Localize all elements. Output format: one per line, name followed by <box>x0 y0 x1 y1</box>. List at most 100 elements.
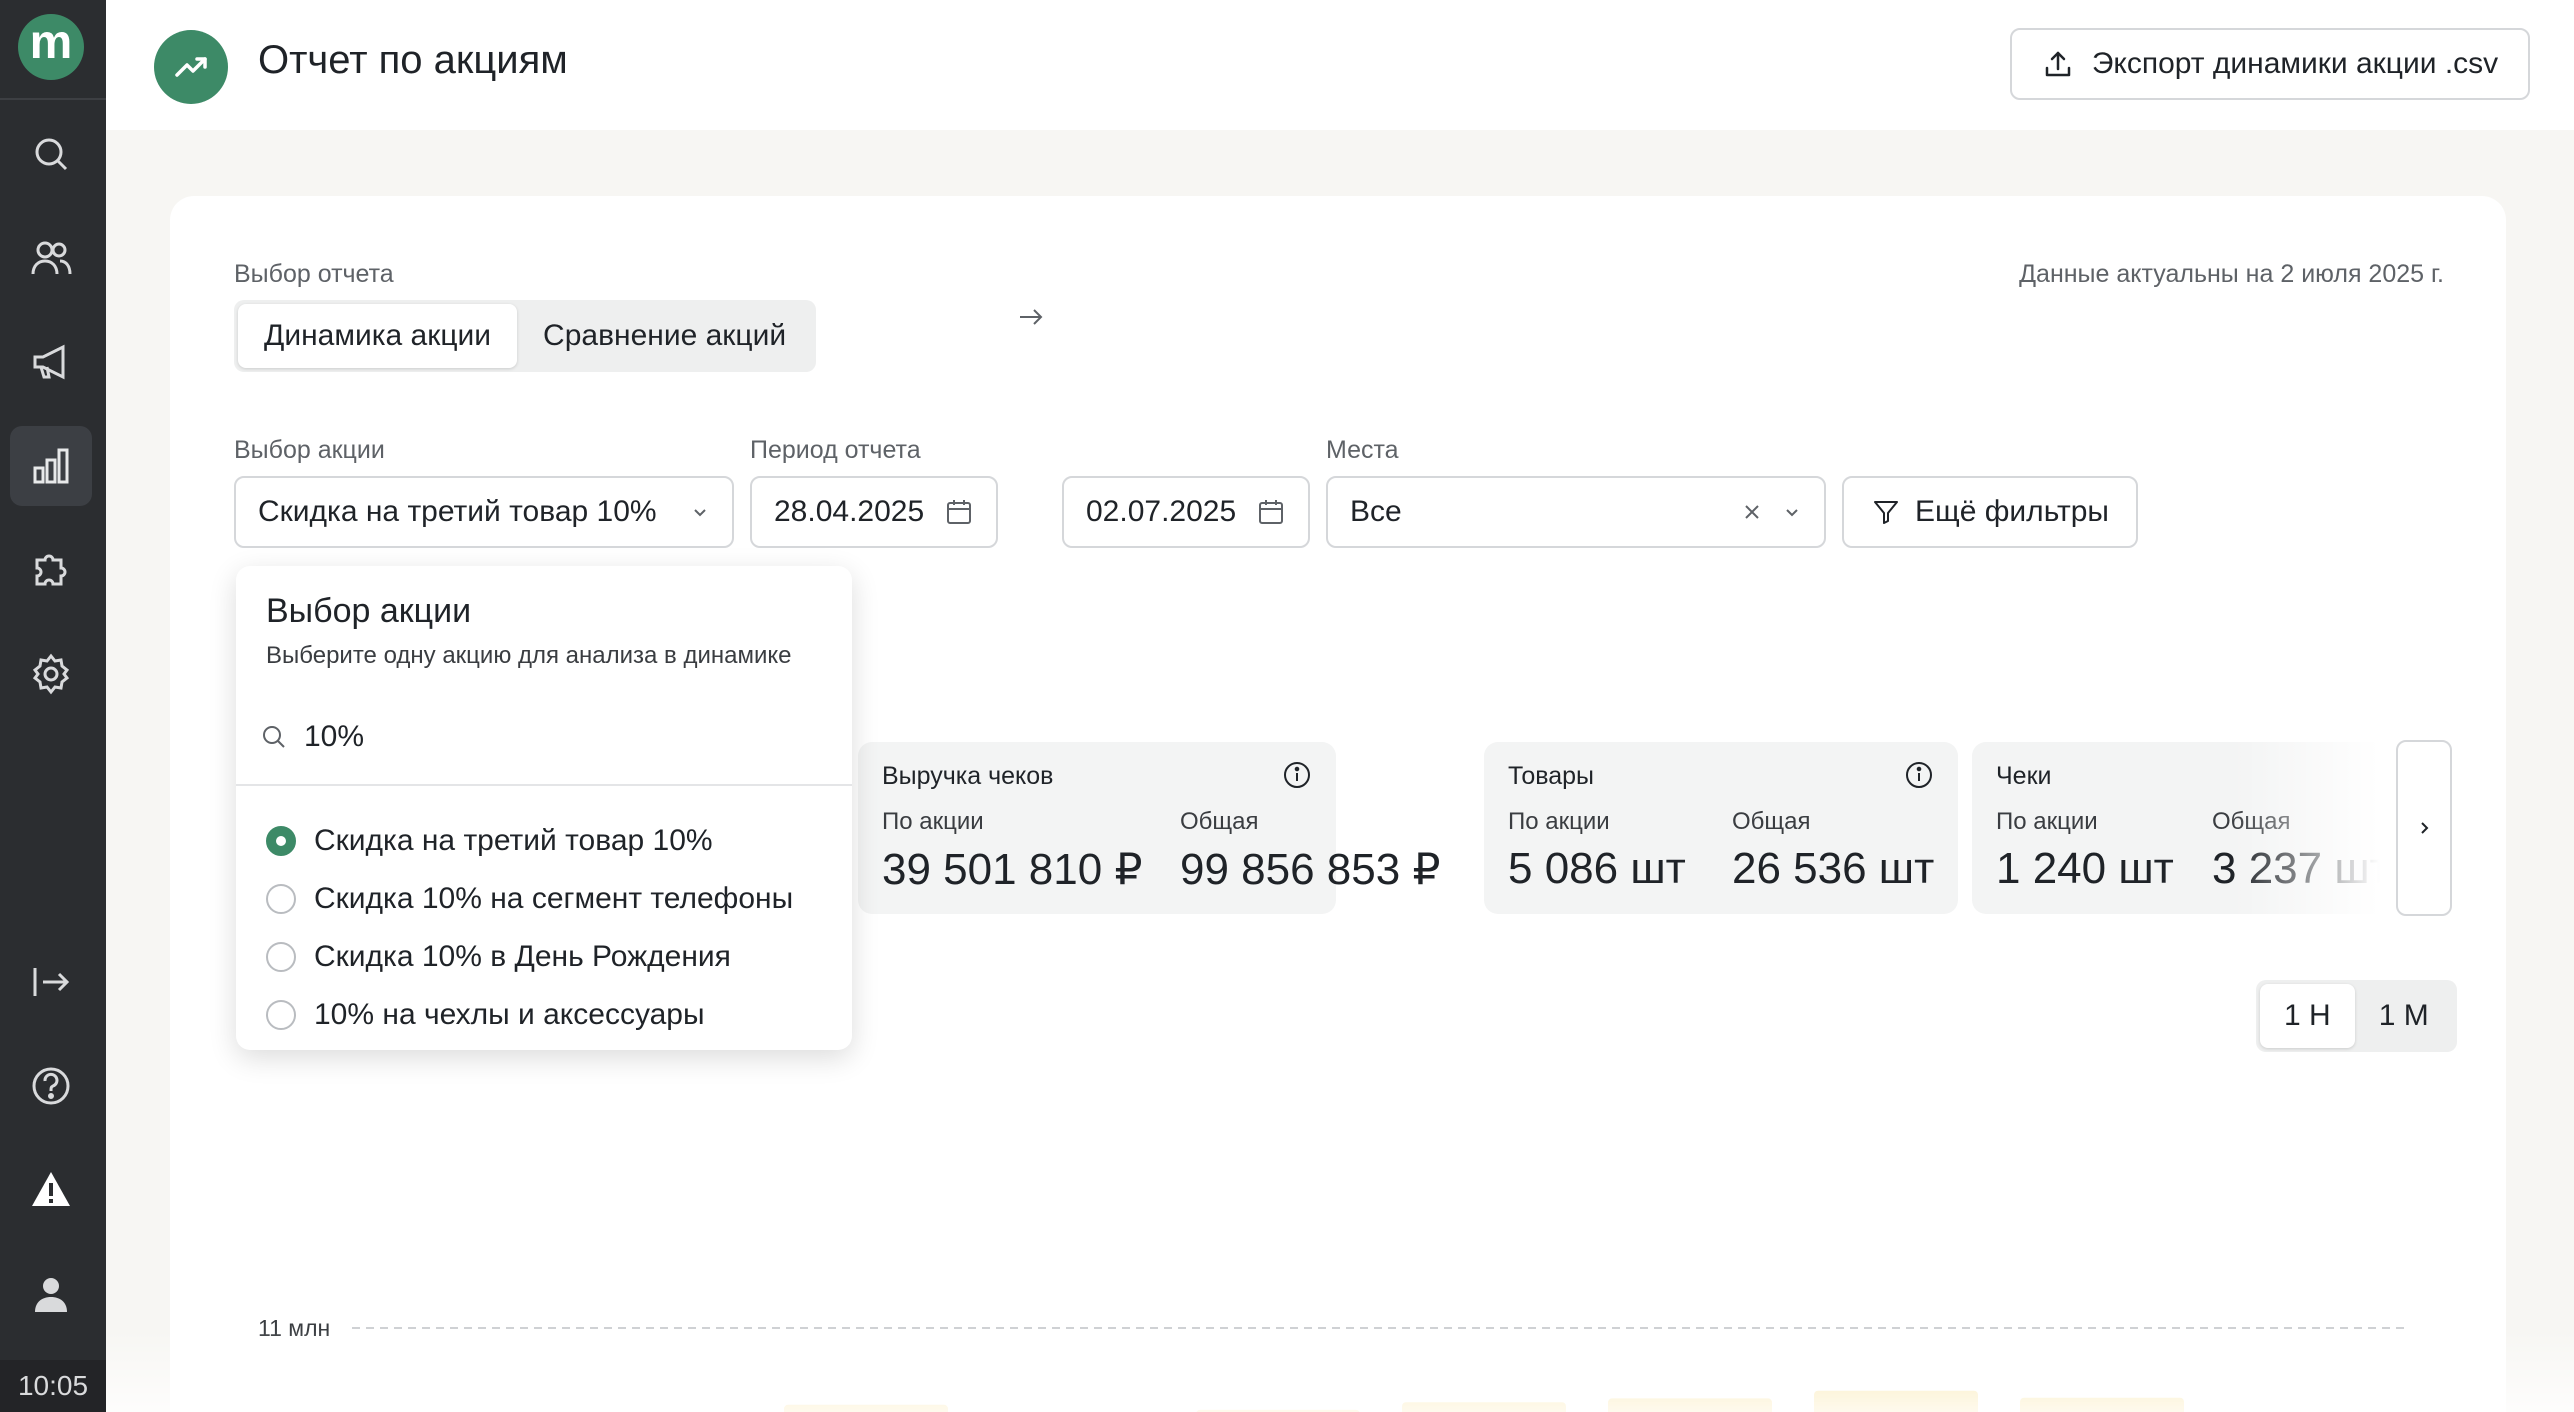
promo-option-label: 10% на чехлы и аксессуары <box>314 998 705 1031</box>
upload-icon <box>2045 51 2071 77</box>
metric-total-value: 26 536 шт <box>1732 844 1935 893</box>
metric-total-label: Общая <box>1732 808 1811 835</box>
period-label: Период отчета <box>750 436 921 464</box>
report-badge <box>154 30 228 104</box>
dropdown-subtitle: Выберите одну акцию для анализа в динами… <box>266 642 792 669</box>
page-header: Отчет по акциям Экспорт динамики акции .… <box>106 0 2574 130</box>
tab-promo-comparison[interactable]: Сравнение акций <box>517 304 812 368</box>
arrow-right-icon <box>1020 309 1043 325</box>
sidebar-item-reports[interactable] <box>10 426 92 506</box>
data-actual-date: Данные актуальны на 2 июля 2025 г. <box>2019 260 2444 288</box>
metric-promo-label: По акции <box>1996 808 2098 835</box>
promo-option[interactable]: Скидка на третий товар 10% <box>266 812 793 870</box>
radio[interactable] <box>266 942 296 972</box>
promo-select[interactable]: Скидка на третий товар 10% <box>234 476 734 548</box>
info-icon[interactable] <box>1282 760 1312 790</box>
user-icon <box>35 1278 67 1312</box>
promo-option-label: Скидка 10% в День Рождения <box>314 940 731 973</box>
puzzle-icon <box>35 554 67 586</box>
report-type-switch: Динамика акции Сравнение акций <box>234 300 817 372</box>
trending-up-icon <box>175 57 207 77</box>
gear-icon <box>32 653 70 695</box>
promo-option[interactable]: 10% на чехлы и аксессуары <box>266 986 793 1044</box>
promo-options-list: Скидка на третий товар 10% Скидка 10% на… <box>266 812 793 1044</box>
period-week[interactable]: 1 Н <box>2260 984 2355 1048</box>
date-to-input[interactable]: 02.07.2025 <box>1062 476 1310 548</box>
warning-icon <box>32 1172 70 1206</box>
metric-promo-value: 5 086 шт <box>1508 844 1686 893</box>
megaphone-icon <box>33 344 65 380</box>
sidebar-item-users[interactable] <box>10 218 92 298</box>
sidebar-item-campaigns[interactable] <box>10 322 92 402</box>
promo-select-value: Скидка на третий товар 10% <box>258 495 657 528</box>
promo-option-label: Скидка на третий товар 10% <box>314 824 713 857</box>
calendar-icon <box>947 500 971 524</box>
dropdown-search-value: 10% <box>304 720 365 753</box>
sidebar-item-search[interactable] <box>10 114 92 194</box>
date-from-value: 28.04.2025 <box>774 495 925 528</box>
chevron-right-icon <box>2421 822 2429 834</box>
metric-promo-value: 39 501 810 ₽ <box>882 845 1143 894</box>
app-logo[interactable]: m <box>18 14 84 80</box>
metric-promo-value: 1 240 шт <box>1996 844 2174 893</box>
dropdown-title: Выбор акции <box>266 592 472 630</box>
search-icon <box>35 138 68 171</box>
clock: 10:05 <box>0 1360 106 1412</box>
more-filters-button[interactable]: Ещё фильтры <box>1842 476 2138 548</box>
metric-title: Чеки <box>1996 762 2052 790</box>
logout-icon <box>33 968 70 996</box>
promo-option[interactable]: Скидка 10% в День Рождения <box>266 928 793 986</box>
metrics-next-button[interactable] <box>2396 740 2452 916</box>
promo-option-label: Скидка 10% на сегмент телефоны <box>314 882 794 915</box>
metric-card-products: Товары По акции Общая 5 086 шт 26 536 шт <box>1484 742 1958 914</box>
clear-icon[interactable] <box>1740 500 1764 524</box>
places-label: Места <box>1326 436 1399 464</box>
radio[interactable] <box>266 1000 296 1030</box>
dropdown-search[interactable]: 10% <box>260 720 364 754</box>
radio-selected[interactable] <box>266 826 296 856</box>
info-icon[interactable] <box>1904 760 1934 790</box>
radio[interactable] <box>266 884 296 914</box>
sidebar-item-help[interactable] <box>10 1046 92 1126</box>
export-csv-label: Экспорт динамики акции .csv <box>2091 47 2499 80</box>
search-icon <box>263 726 285 748</box>
dropdown-divider <box>236 784 852 786</box>
export-csv-button[interactable]: Экспорт динамики акции .csv <box>2010 28 2530 100</box>
help-icon <box>32 1067 70 1105</box>
sidebar-item-integrations[interactable] <box>10 530 92 610</box>
metric-title: Выручка чеков <box>882 762 1054 790</box>
users-icon <box>31 241 72 275</box>
sidebar-item-settings[interactable] <box>10 634 92 714</box>
metric-promo-label: По акции <box>882 808 984 835</box>
promo-select-dropdown: Выбор акции Выберите одну акцию для анал… <box>236 566 852 1050</box>
metric-card-revenue: Выручка чеков По акции Общая 39 501 810 … <box>858 742 1440 914</box>
chart-period-switch: 1 Н 1 М <box>2256 980 2457 1052</box>
bottom-fade <box>106 1330 2574 1412</box>
chevron-down-icon <box>1786 509 1798 517</box>
metric-promo-label: По акции <box>1508 808 1610 835</box>
metric-title: Товары <box>1508 762 1594 790</box>
sidebar-item-logout[interactable] <box>10 942 92 1022</box>
metric-card-receipts: Чеки По акции Общая 1 240 шт 3 237 шт <box>1972 742 2392 914</box>
sidebar-item-alerts[interactable] <box>10 1150 92 1230</box>
metric-total-value: 3 237 шт <box>2212 844 2390 893</box>
bar-chart-icon <box>33 448 69 484</box>
promo-option[interactable]: Скидка 10% на сегмент телефоны <box>266 870 793 928</box>
places-select[interactable]: Все <box>1326 476 1826 548</box>
date-from-input[interactable]: 28.04.2025 <box>750 476 998 548</box>
sidebar-item-profile[interactable] <box>10 1254 92 1334</box>
calendar-icon <box>1259 500 1283 524</box>
metric-total-value: 99 856 853 ₽ <box>1180 845 1441 894</box>
filter-icon <box>1874 501 1899 524</box>
report-select-label: Выбор отчета <box>234 260 394 288</box>
promo-select-label: Выбор акции <box>234 436 385 464</box>
chevron-down-icon <box>694 509 706 517</box>
page-title: Отчет по акциям <box>258 38 568 82</box>
metric-total-label: Общая <box>1180 808 1259 835</box>
date-to-value: 02.07.2025 <box>1086 495 1237 528</box>
tab-promo-dynamics[interactable]: Динамика акции <box>238 304 518 368</box>
period-month[interactable]: 1 М <box>2355 984 2453 1048</box>
metric-total-label: Общая <box>2212 808 2291 835</box>
sidebar-divider <box>0 98 106 100</box>
more-filters-label: Ещё фильтры <box>1915 495 2109 528</box>
